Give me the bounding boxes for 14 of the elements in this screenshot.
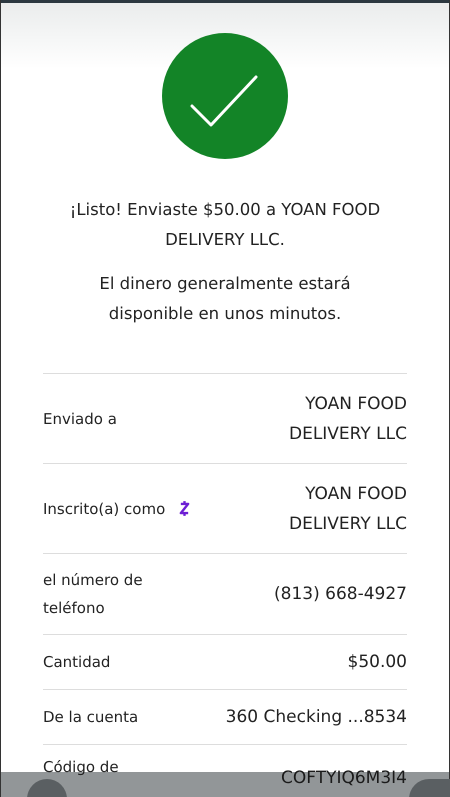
detail-label: Enviado a (43, 408, 117, 430)
detail-value: (813) 668-4927 (274, 583, 407, 606)
detail-label: De la cuenta (43, 707, 138, 728)
confirmation-message: ¡Listo! Enviaste $50.00 a YOAN FOOD DELIVERY LLC. (68, 199, 382, 251)
detail-label: Código de (43, 757, 119, 778)
detail-value: YOAN FOOD DELIVERY LLC (288, 392, 407, 446)
detail-label: Cantidad (43, 652, 110, 673)
detail-value: $50.00 (348, 651, 407, 674)
availability-note: El dinero generalmente estará disponible en unos minutos. (98, 273, 352, 325)
detail-value: YOAN FOOD DELIVERY LLC (288, 482, 407, 536)
detail-label: Inscrito(a) como (43, 498, 166, 520)
detail-value: 360 Checking ...8534 (226, 706, 407, 729)
detail-label: el número de teléfono (43, 570, 144, 619)
detail-value: COFTYIQ6M3I4 (280, 767, 407, 790)
